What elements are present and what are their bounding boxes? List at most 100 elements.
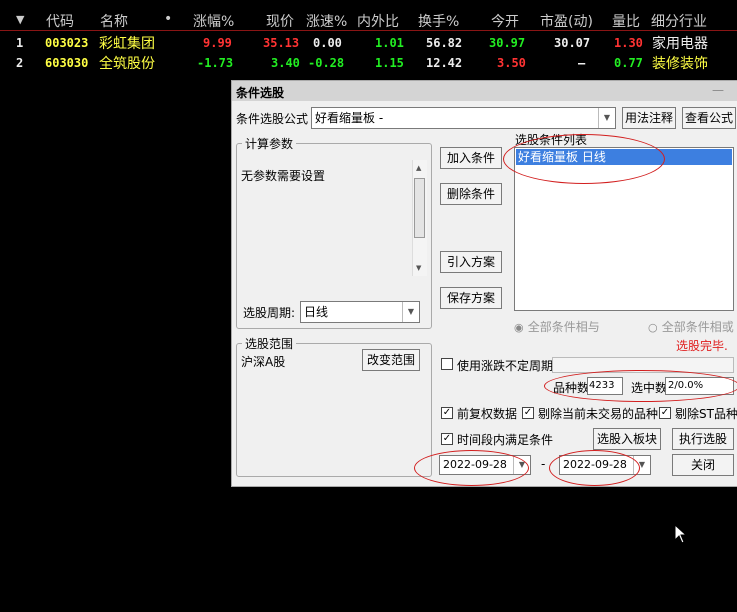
condition-list-item[interactable]: 好看缩量板 日线 <box>516 149 732 165</box>
formula-value: 好看缩量板 - <box>315 111 384 125</box>
row-industry: 装修装饰 <box>652 56 708 72</box>
header-industry[interactable]: 细分行业 <box>651 11 707 31</box>
stock-screener-dialog: 条件选股 — 条件选股公式 好看缩量板 - ▼ 用法注释 查看公式 计算参数 无… <box>231 80 737 487</box>
period-label: 选股周期: <box>243 306 296 320</box>
count-label: 品种数 <box>553 381 590 395</box>
header-dot: • <box>164 11 173 27</box>
date-from-value: 2022-09-28 <box>443 458 507 471</box>
header-speed[interactable]: 涨速% <box>306 11 347 31</box>
condition-list-item-label: 好看缩量板 日线 <box>518 150 606 164</box>
row-speed: 0.00 <box>313 36 342 50</box>
radio-and[interactable]: ◉ 全部条件相与 <box>514 318 600 335</box>
radio-empty-icon: ○ <box>648 321 658 334</box>
scroll-up-icon[interactable]: ▲ <box>416 164 421 172</box>
exclude-inactive-checkbox[interactable]: ✓ <box>522 407 534 419</box>
exclude-st-checkbox[interactable]: ✓ <box>659 407 671 419</box>
use-period-checkbox[interactable] <box>441 358 453 370</box>
table-row[interactable]: 1 003023 彩虹集团 9.99 35.13 0.00 1.01 56.82… <box>0 33 737 53</box>
header-pe[interactable]: 市盈(动) <box>540 11 593 31</box>
header-inout[interactable]: 内外比 <box>357 11 399 31</box>
scroll-thumb[interactable] <box>414 178 425 238</box>
date-from-picker[interactable]: 2022-09-28 ▼ <box>439 455 531 475</box>
table-row[interactable]: 2 603030 全筑股份 -1.73 3.40 -0.28 1.15 12.4… <box>0 53 737 73</box>
adj-data-label: 前复权数据 <box>457 407 518 421</box>
header-name[interactable]: 名称 <box>100 11 128 31</box>
row-volratio: 0.77 <box>614 56 643 70</box>
row-change-pct: -1.73 <box>197 56 234 70</box>
radio-and-label: 全部条件相与 <box>527 320 600 334</box>
header-change-pct[interactable]: 涨幅% <box>193 11 234 31</box>
status-text: 选股完毕. <box>676 339 728 353</box>
mouse-cursor-icon <box>674 523 688 548</box>
date-to-value: 2022-09-28 <box>563 458 627 471</box>
row-speed: -0.28 <box>308 56 345 70</box>
chevron-down-icon[interactable]: ▼ <box>598 108 615 128</box>
row-pe: 30.07 <box>554 36 591 50</box>
formula-label: 条件选股公式 <box>236 112 309 126</box>
row-code: 603030 <box>45 56 89 70</box>
add-condition-button[interactable]: 加入条件 <box>440 147 502 169</box>
save-scheme-button[interactable]: 保存方案 <box>440 287 502 309</box>
change-range-button[interactable]: 改变范围 <box>362 349 420 371</box>
adj-data-checkbox[interactable]: ✓ <box>441 407 453 419</box>
no-params-text: 无参数需要设置 <box>241 169 326 183</box>
use-period-label: 使用涨跌不定周期 <box>457 359 554 373</box>
minimize-icon[interactable]: — <box>712 83 724 97</box>
to-block-button[interactable]: 选股入板块 <box>593 428 661 450</box>
delete-condition-button[interactable]: 删除条件 <box>440 183 502 205</box>
period-input[interactable] <box>552 357 734 373</box>
row-open: 30.97 <box>489 36 526 50</box>
row-code: 003023 <box>45 36 89 50</box>
import-scheme-button[interactable]: 引入方案 <box>440 251 502 273</box>
header-volratio[interactable]: 量比 <box>612 11 640 31</box>
row-price: 3.40 <box>271 56 300 70</box>
header-divider <box>0 30 737 31</box>
view-formula-button[interactable]: 查看公式 <box>682 107 736 129</box>
header-code[interactable]: 代码 <box>46 11 74 31</box>
range-legend: 选股范围 <box>242 335 297 352</box>
row-name: 彩虹集团 <box>99 36 155 52</box>
condition-list-title: 选股条件列表 <box>515 133 588 147</box>
period-select[interactable]: 日线 ▼ <box>300 301 420 323</box>
run-screen-button[interactable]: 执行选股 <box>672 428 734 450</box>
dialog-titlebar[interactable]: 条件选股 — <box>232 81 737 101</box>
row-pe: – <box>578 56 586 70</box>
selected-label: 选中数 <box>631 381 668 395</box>
usage-notes-button[interactable]: 用法注释 <box>622 107 676 129</box>
count-field: 4233 <box>587 377 623 395</box>
scroll-down-icon[interactable]: ▼ <box>416 264 421 272</box>
exclude-st-label: 剔除ST品种 <box>675 407 737 421</box>
close-button[interactable]: 关闭 <box>672 454 734 476</box>
row-change-pct: 9.99 <box>203 36 232 50</box>
interval-checkbox[interactable]: ✓ <box>441 433 453 445</box>
row-inout: 1.15 <box>375 56 404 70</box>
formula-select[interactable]: 好看缩量板 - ▼ <box>311 107 616 129</box>
row-inout: 1.01 <box>375 36 404 50</box>
row-open: 3.50 <box>497 56 526 70</box>
row-price: 35.13 <box>263 36 300 50</box>
row-name: 全筑股份 <box>99 56 155 72</box>
radio-selected-icon: ◉ <box>514 321 524 334</box>
radio-or[interactable]: ○ 全部条件相或 <box>648 318 734 335</box>
params-scrollbar[interactable]: ▲ ▼ <box>412 160 427 276</box>
date-separator: - <box>541 457 546 471</box>
selected-value: 2/0.0% <box>668 380 704 391</box>
calendar-dropdown-icon[interactable]: ▼ <box>513 456 530 474</box>
row-index: 2 <box>16 56 24 70</box>
row-turnover: 12.42 <box>426 56 463 70</box>
selected-field: 2/0.0% <box>665 377 734 395</box>
calendar-dropdown-icon[interactable]: ▼ <box>633 456 650 474</box>
header-turnover[interactable]: 换手% <box>418 11 459 31</box>
sort-indicator-icon[interactable]: ▼ <box>16 13 24 26</box>
header-open[interactable]: 今开 <box>491 11 519 31</box>
row-industry: 家用电器 <box>652 36 708 52</box>
row-volratio: 1.30 <box>614 36 643 50</box>
condition-list[interactable]: 好看缩量板 日线 <box>514 147 734 311</box>
count-value: 4233 <box>589 380 615 391</box>
header-price[interactable]: 现价 <box>266 11 294 31</box>
period-value: 日线 <box>304 305 329 319</box>
interval-label: 时间段内满足条件 <box>457 433 554 447</box>
date-to-picker[interactable]: 2022-09-28 ▼ <box>559 455 651 475</box>
range-value: 沪深A股 <box>241 355 286 369</box>
chevron-down-icon[interactable]: ▼ <box>402 302 419 322</box>
